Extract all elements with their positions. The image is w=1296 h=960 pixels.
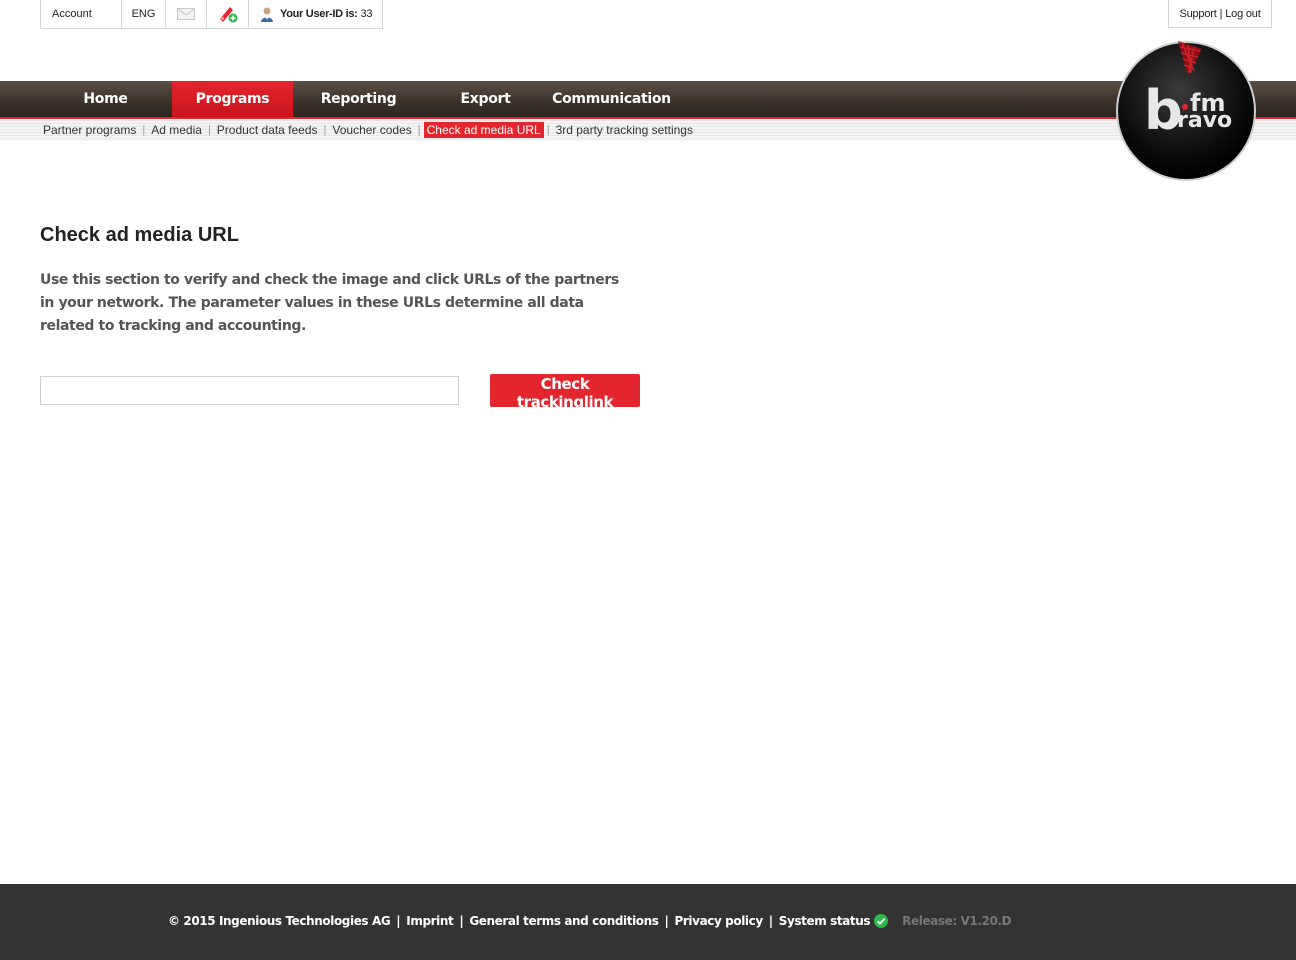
user-id-value: 33 [360, 7, 373, 20]
page-title: Check ad media URL [40, 224, 239, 246]
main-navigation: Home Programs Reporting Export Communica… [0, 81, 1296, 117]
support-logout-box: Support | Log out [1168, 0, 1272, 28]
release-version: Release: V1.20.D [902, 914, 1012, 928]
logo-ravo: ravo [1177, 108, 1232, 133]
user-id-label: Your User-ID is: [280, 7, 358, 20]
subnav-voucher-codes[interactable]: Voucher codes [329, 122, 414, 138]
footer: © 2015 Ingenious Technologies AG | Impri… [0, 884, 1296, 960]
subnav-product-data-feeds[interactable]: Product data feeds [214, 122, 321, 138]
language-selector[interactable]: ENG [122, 0, 166, 27]
check-circle-icon [874, 914, 889, 928]
footer-separator: | [664, 914, 669, 928]
add-tag-button[interactable] [207, 0, 249, 27]
footer-imprint-link[interactable]: Imprint [406, 914, 453, 928]
footer-separator: | [459, 914, 464, 928]
add-tag-icon [219, 6, 237, 22]
subnav-3rd-party-tracking[interactable]: 3rd party tracking settings [553, 122, 696, 138]
page-description: Use this section to verify and check the… [40, 272, 619, 334]
subnav-separator: | [546, 123, 550, 136]
nav-item-export[interactable]: Export [448, 81, 523, 117]
footer-separator: | [396, 914, 401, 928]
footer-terms-link[interactable]: General terms and conditions [469, 914, 659, 928]
subnav-partner-programs[interactable]: Partner programs [40, 122, 139, 138]
mail-icon [177, 7, 195, 20]
footer-privacy-link[interactable]: Privacy policy [675, 914, 764, 928]
nav-item-home[interactable]: Home [68, 81, 143, 117]
footer-separator: | [768, 914, 773, 928]
support-link[interactable]: Support [1179, 8, 1216, 20]
separator: | [1219, 7, 1223, 20]
top-toolbar: Account ENG Your User-ID is: 33 [40, 0, 383, 29]
mail-button[interactable] [166, 0, 207, 27]
footer-copyright: © 2015 Ingenious Technologies AG [168, 914, 391, 928]
sub-navigation: Partner programs | Ad media | Product da… [0, 117, 1296, 141]
subnav-separator: | [417, 123, 421, 136]
brand-logo[interactable]: b fm ravo [1114, 37, 1258, 183]
nav-item-communication[interactable]: Communication [550, 81, 673, 117]
subnav-check-ad-media-url[interactable]: Check ad media URL [423, 121, 544, 138]
subnav-separator: | [142, 123, 146, 136]
check-trackinglink-button[interactable]: Check trackinglink [490, 374, 640, 411]
nav-item-programs[interactable]: Programs [172, 81, 293, 117]
user-icon [261, 7, 273, 22]
user-id-display: Your User-ID is: 33 [249, 0, 382, 27]
logout-link[interactable]: Log out [1225, 8, 1261, 20]
subnav-ad-media[interactable]: Ad media [148, 122, 205, 138]
footer-system-status-link[interactable]: System status [779, 914, 871, 928]
account-link[interactable]: Account [41, 0, 122, 27]
tracking-url-input[interactable] [40, 376, 459, 405]
subnav-separator: | [207, 123, 211, 136]
nav-item-reporting[interactable]: Reporting [316, 81, 401, 117]
subnav-separator: | [323, 123, 327, 136]
